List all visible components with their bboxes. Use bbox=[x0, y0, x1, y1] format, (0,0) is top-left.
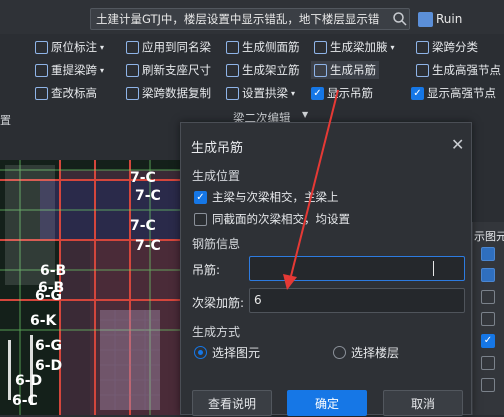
right-panel-checkbox[interactable] bbox=[481, 290, 495, 304]
text-cursor bbox=[433, 261, 434, 276]
option-main-secondary[interactable]: ✓ 主梁与次梁相交，主梁上 bbox=[194, 189, 339, 205]
check-icon: ✓ bbox=[311, 86, 324, 100]
radio-select-floors[interactable]: 选择楼层 bbox=[333, 344, 399, 361]
close-icon[interactable]: ✕ bbox=[451, 135, 464, 154]
canvas-label: 7-C bbox=[135, 238, 161, 254]
ribbon-item-gen-hanger[interactable]: 生成吊筋 bbox=[311, 61, 379, 79]
ribbon-item-re-extract-span[interactable]: 重提梁跨 ▾ bbox=[35, 61, 104, 79]
ribbon-check-show-hanger[interactable]: ✓ 显示吊筋 bbox=[311, 84, 373, 102]
checkbox[interactable] bbox=[194, 212, 207, 226]
node-icon bbox=[416, 63, 429, 77]
ribbon-left-label: 置 bbox=[0, 114, 11, 127]
section-method-heading: 生成方式 bbox=[192, 325, 241, 339]
radio-selected-icon bbox=[194, 346, 207, 359]
ribbon-item-set-arch-beam[interactable]: 设置拱梁 ▾ bbox=[226, 84, 295, 102]
ribbon-item-gen-hs-node[interactable]: 生成高强节点 bbox=[416, 61, 501, 79]
right-panel-checkbox[interactable] bbox=[481, 356, 495, 370]
ribbon-check-show-hs-node[interactable]: ✓ 显示高强节点 bbox=[411, 84, 496, 102]
avatar bbox=[418, 11, 433, 27]
section-position-heading: 生成位置 bbox=[192, 169, 241, 183]
ribbon-item-gen-haunch[interactable]: 生成梁加腋 ▾ bbox=[314, 38, 395, 56]
ribbon-item-apply-same-beam[interactable]: 应用到同名梁 bbox=[126, 38, 211, 56]
side-rebar-icon bbox=[226, 40, 239, 54]
canvas-label: 6-B bbox=[38, 280, 64, 296]
canvas-label: 6-D bbox=[35, 358, 62, 374]
classify-icon bbox=[416, 40, 429, 54]
ribbon-item-original-annotation[interactable]: 原位标注 ▾ bbox=[35, 38, 104, 56]
user-account[interactable]: Ruin bbox=[418, 10, 462, 28]
section-rebar-heading: 钢筋信息 bbox=[192, 237, 241, 251]
right-panel-checkbox[interactable] bbox=[481, 312, 495, 326]
right-panel-swatch[interactable] bbox=[481, 268, 495, 282]
ribbon-item-refresh-support[interactable]: 刷新支座尺寸 bbox=[126, 61, 211, 79]
apply-icon bbox=[126, 40, 139, 54]
top-bar: 土建计量GTJ中，楼层设置中显示错乱，地下楼层显示错 Ruin bbox=[0, 0, 504, 34]
drawing-graphics: 7-C 7-C 7-C 7-C 6-B 6-G 6-K 6-B 6-G 6-D … bbox=[0, 160, 180, 415]
radio-select-elements[interactable]: 选择图元 bbox=[194, 344, 260, 361]
ribbon-item-copy-span-data[interactable]: 梁跨数据复制 bbox=[126, 84, 211, 102]
cancel-button[interactable]: 取消 bbox=[383, 390, 463, 416]
annotation-icon bbox=[35, 40, 48, 54]
search-input[interactable]: 土建计量GTJ中，楼层设置中显示错乱，地下楼层显示错 bbox=[90, 8, 410, 30]
canvas-label: 6-B bbox=[40, 263, 66, 279]
ok-button[interactable]: 确定 bbox=[287, 390, 367, 416]
help-button[interactable]: 查看说明 bbox=[192, 390, 272, 416]
span-icon bbox=[35, 63, 48, 77]
right-panel-checkbox[interactable] bbox=[481, 378, 495, 392]
refresh-icon bbox=[126, 63, 139, 77]
canvas-label: 7-C bbox=[135, 188, 161, 204]
ribbon-item-gen-side-rebar[interactable]: 生成侧面筋 bbox=[226, 38, 300, 56]
user-name: Ruin bbox=[436, 12, 463, 26]
hanger-label: 吊筋: bbox=[192, 263, 221, 277]
canvas-label: 6-C bbox=[12, 393, 38, 409]
right-panel-swatch[interactable] bbox=[481, 247, 495, 261]
drawing-canvas[interactable]: 7-C 7-C 7-C 7-C 6-B 6-G 6-K 6-B 6-G 6-D … bbox=[0, 160, 180, 415]
right-panel-title: 示图元 bbox=[474, 230, 504, 243]
elevation-icon bbox=[35, 86, 48, 100]
radio-icon bbox=[333, 346, 346, 359]
ribbon-item-check-elevation[interactable]: 查改标高 bbox=[35, 84, 97, 102]
copy-icon bbox=[126, 86, 139, 100]
ribbon-item-gen-erection-rebar[interactable]: 生成架立筋 bbox=[226, 61, 300, 79]
check-icon: ✓ bbox=[411, 86, 424, 100]
canvas-label: 7-C bbox=[130, 218, 156, 234]
secondary-rebar-label: 次梁加筋: bbox=[192, 296, 245, 310]
secondary-rebar-input[interactable]: 6 bbox=[249, 288, 465, 313]
canvas-label: 6-D bbox=[15, 373, 42, 389]
option-same-section[interactable]: 同截面的次梁相交，均设置 bbox=[194, 211, 350, 227]
generate-hanger-dialog: 生成吊筋 ✕ 生成位置 ✓ 主梁与次梁相交，主梁上 同截面的次梁相交，均设置 钢… bbox=[180, 122, 472, 416]
search-icon[interactable] bbox=[392, 11, 408, 27]
checkbox-checked[interactable]: ✓ bbox=[194, 190, 207, 204]
canvas-label: 6-K bbox=[30, 313, 58, 329]
hanger-icon bbox=[314, 63, 327, 77]
chevron-down-icon[interactable]: ▼ bbox=[302, 110, 308, 119]
canvas-label: 6-G bbox=[35, 338, 62, 354]
arch-icon bbox=[226, 86, 239, 100]
haunch-icon bbox=[314, 40, 327, 54]
canvas-label: 7-C bbox=[130, 170, 156, 186]
right-panel-checkbox-checked[interactable]: ✓ bbox=[481, 334, 495, 348]
erection-rebar-icon bbox=[226, 63, 239, 77]
dialog-title: 生成吊筋 bbox=[191, 141, 244, 156]
ribbon-item-span-classify[interactable]: 梁跨分类 bbox=[416, 38, 478, 56]
